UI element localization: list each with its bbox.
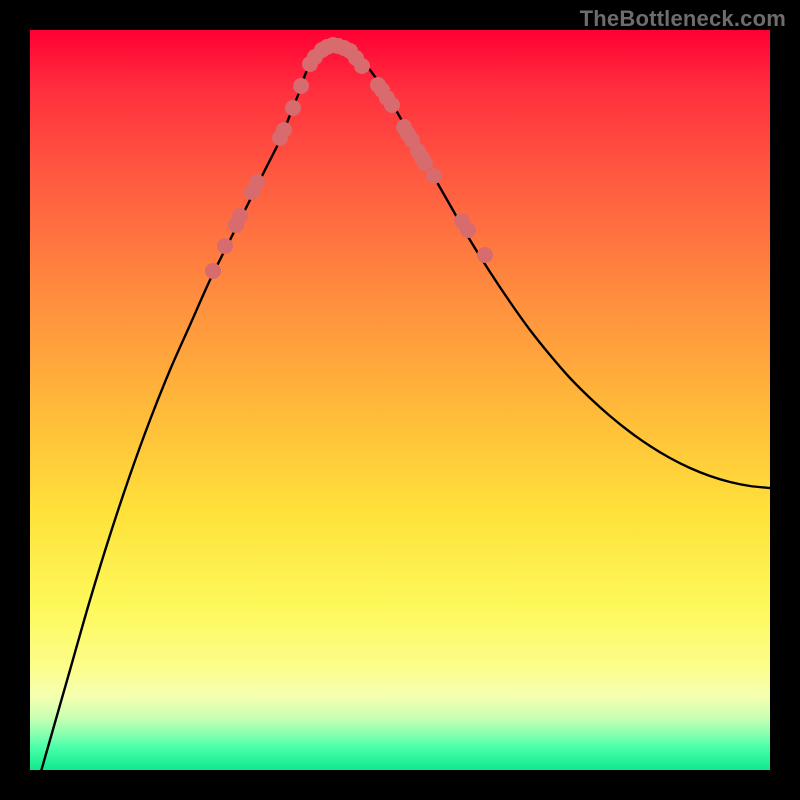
data-dot — [217, 238, 233, 254]
data-dot — [477, 247, 493, 263]
data-dot — [205, 263, 221, 279]
chart-stage: TheBottleneck.com — [0, 0, 800, 800]
data-dot — [249, 174, 265, 190]
bottleneck-curve — [30, 44, 770, 770]
data-dot — [232, 208, 248, 224]
data-dot — [426, 168, 442, 184]
data-dot — [460, 222, 476, 238]
data-dots — [205, 37, 493, 279]
data-dot — [354, 58, 370, 74]
data-dot — [276, 122, 292, 138]
data-dot — [293, 78, 309, 94]
watermark-label: TheBottleneck.com — [580, 6, 786, 32]
curve-layer — [30, 30, 770, 770]
data-dot — [417, 155, 433, 171]
plot-area — [30, 30, 770, 770]
data-dot — [285, 100, 301, 116]
data-dot — [384, 97, 400, 113]
